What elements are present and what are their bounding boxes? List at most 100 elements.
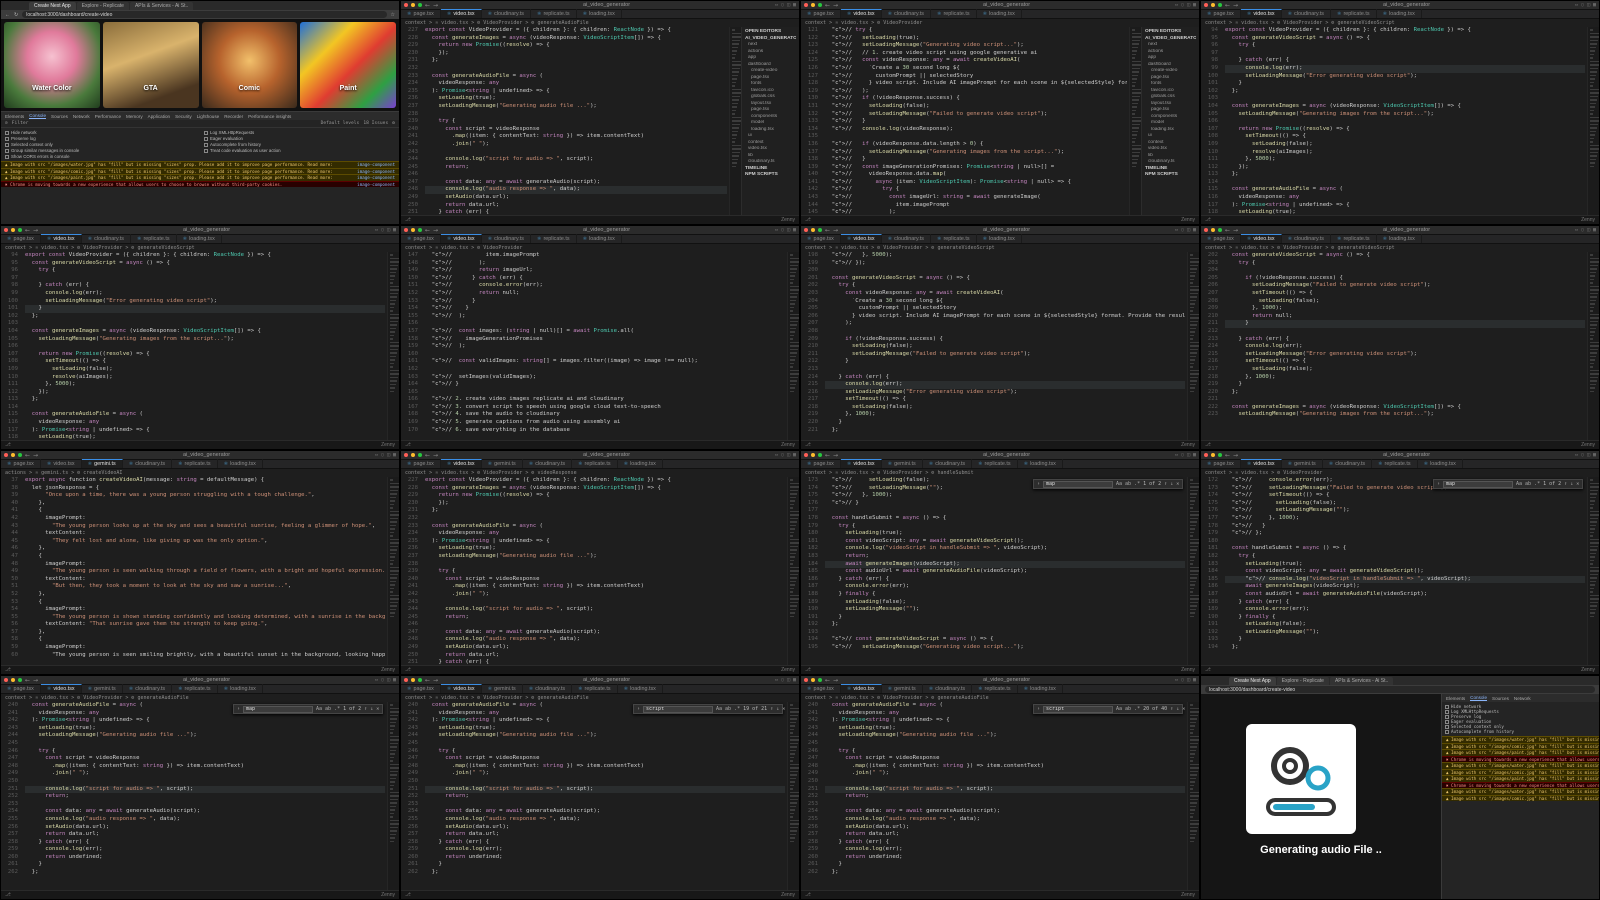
code-editor[interactable]: 240 241 242 243 244 245 246 247 248 249 250 251 252 2… [801,702,1199,890]
layout-toggle-icon[interactable]: ▦ [1593,2,1596,8]
tab-replicate-ts[interactable]: ⚛ replicate.ts [531,9,577,18]
forward-arrow-icon[interactable]: → [833,677,838,684]
settings-gear-icon[interactable]: ⚙ [392,121,395,126]
layout-toggle-icon[interactable]: ◫ [787,677,790,683]
back-arrow-icon[interactable]: ← [25,452,30,459]
minimap[interactable] [1187,702,1199,890]
regex-icon[interactable]: .* [334,706,340,712]
tab-loading-tsx[interactable]: ⚛ loading.tsx [1377,234,1422,243]
minimap[interactable] [1587,252,1599,440]
close-window-button[interactable] [4,228,8,232]
style-card-comic[interactable]: Comic [201,22,298,108]
tab-video-tsx[interactable]: ⚛ video.tsx [40,234,82,243]
minimize-window-button[interactable] [811,228,815,232]
layout-toggle-icon[interactable]: ▯ [781,227,784,233]
close-window-button[interactable] [804,3,808,7]
minimap[interactable] [787,252,799,440]
layout-toggle-icon[interactable]: ▦ [793,2,796,8]
whole-word-icon[interactable]: ab [725,706,731,712]
console-option[interactable]: Autocomplete from history [204,142,395,147]
tab-cloudinary-ts[interactable]: ⚛ cloudinary.ts [882,9,931,18]
next-match-icon[interactable]: ↓ [1170,481,1173,487]
layout-toggle-icon[interactable]: ▦ [793,677,796,683]
tab-loading-tsx[interactable]: ⚛ loading.tsx [1018,459,1063,468]
forward-arrow-icon[interactable]: → [833,2,838,9]
code-editor[interactable]: 173 174 175 176 177 178 179 180 181 182 183 184 185 1… [801,477,1199,665]
layout-toggle-icon[interactable]: ▦ [1193,452,1196,458]
tab-cloudinary-ts[interactable]: ⚛ cloudinary.ts [523,684,573,693]
console-option[interactable]: Selected context only [5,142,196,147]
layout-toggle-icon[interactable]: ▭ [1575,452,1578,458]
tab-video-tsx[interactable]: ⚛ video.tsx [840,459,882,468]
minimize-window-button[interactable] [1211,228,1215,232]
next-match-icon[interactable]: ↓ [1176,706,1179,712]
maximize-window-button[interactable] [18,453,22,457]
forward-arrow-icon[interactable]: → [1233,452,1238,459]
devtools-tab[interactable]: Sources [51,114,68,119]
tab-gemini-ts[interactable]: ⚛ gemini.ts [1282,459,1323,468]
tab-video-tsx[interactable]: ⚛ video.tsx [1240,234,1282,243]
tab-cloudinary-ts[interactable]: ⚛ cloudinary.ts [882,234,931,243]
tab-page-tsx[interactable]: ⚛ page.tsx [801,459,841,468]
code-editor[interactable]: 147 148 149 150 151 152 153 154 155 156 157 158 159 1… [401,252,799,440]
layout-toggle-icon[interactable]: ▭ [375,677,378,683]
forward-arrow-icon[interactable]: → [1233,227,1238,234]
devtools-tab[interactable]: Lighthouse [197,114,219,119]
minimize-window-button[interactable] [411,678,415,682]
tab-cloudinary-ts[interactable]: ⚛ cloudinary.ts [1282,234,1331,243]
code-area[interactable]: export const VideoProvider = ({ children… [25,252,385,440]
layout-toggle-icon[interactable]: ◫ [787,227,790,233]
maximize-window-button[interactable] [418,3,422,7]
layout-toggle-icon[interactable]: ▯ [781,2,784,8]
minimize-window-button[interactable] [811,453,815,457]
maximize-window-button[interactable] [418,228,422,232]
tab-replicate-ts[interactable]: ⚛ replicate.ts [172,684,218,693]
forward-arrow-icon[interactable]: → [33,227,38,234]
tab-cloudinary-ts[interactable]: ⚛ cloudinary.ts [123,684,173,693]
minimize-window-button[interactable] [411,228,415,232]
back-icon[interactable]: ← [5,12,10,18]
back-arrow-icon[interactable]: ← [25,677,30,684]
find-expand-icon[interactable]: › [1437,481,1440,487]
layout-toggle-icon[interactable]: ▯ [1181,452,1184,458]
checkbox[interactable] [1445,729,1449,734]
layout-toggle-icon[interactable]: ▦ [393,227,396,233]
forward-arrow-icon[interactable]: → [833,227,838,234]
tab-replicate-ts[interactable]: ⚛ replicate.ts [572,459,618,468]
layout-toggle-icon[interactable]: ◫ [1187,2,1190,8]
tab-loading-tsx[interactable]: ⚛ loading.tsx [218,459,263,468]
close-window-button[interactable] [404,453,408,457]
code-editor[interactable]: 240 241 242 243 244 245 246 247 248 249 250 251 252 2… [401,702,799,890]
devtools-tab[interactable]: Performance [95,114,121,119]
tab-page-tsx[interactable]: ⚛ page.tsx [401,684,441,693]
console-option[interactable]: Show CORS errors in console [5,154,196,159]
find-input[interactable] [1043,480,1114,488]
code-area[interactable]: const generateVideoScript = async () => … [1225,252,1585,440]
tab-replicate-ts[interactable]: ⚛ replicate.ts [131,234,177,243]
previous-match-icon[interactable]: ↑ [364,706,367,712]
tab-cloudinary-ts[interactable]: ⚛ cloudinary.ts [123,459,173,468]
close-icon[interactable]: ✕ [1182,706,1185,712]
tab-replicate-ts[interactable]: ⚛ replicate.ts [531,234,577,243]
tab-page-tsx[interactable]: ⚛ page.tsx [401,459,441,468]
tab-gemini-ts[interactable]: ⚛ gemini.ts [81,459,123,468]
code-editor[interactable]: 198 199 200 201 202 203 204 205 206 207 208 209 210 2… [801,252,1199,440]
maximize-window-button[interactable] [818,228,822,232]
checkbox[interactable] [204,142,208,147]
console-option[interactable]: Eager evaluation [204,136,395,141]
tab-page-tsx[interactable]: ⚛ page.tsx [1,234,41,243]
code-editor[interactable]: 240 241 242 243 244 245 246 247 248 249 250 251 252 2… [1,702,399,890]
find-expand-icon[interactable]: › [237,706,240,712]
layout-toggle-icon[interactable]: ▦ [1593,452,1596,458]
tab-video-tsx[interactable]: ⚛ video.tsx [1240,9,1282,18]
tab-replicate-ts[interactable]: ⚛ replicate.ts [972,684,1018,693]
find-input[interactable] [1043,705,1114,713]
layout-toggle-icon[interactable]: ◫ [387,677,390,683]
close-window-button[interactable] [1204,228,1208,232]
tab-video-tsx[interactable]: ⚛ video.tsx [41,459,82,468]
layout-toggle-icon[interactable]: ▯ [781,677,784,683]
tab-page-tsx[interactable]: ⚛ page.tsx [801,684,841,693]
explorer-item[interactable]: NPM SCRIPTS [745,172,796,179]
tab-page-tsx[interactable]: ⚛ page.tsx [401,9,441,18]
code-editor[interactable]: 202 203 204 205 206 207 208 209 210 211 212 213 214 2… [1201,252,1599,440]
